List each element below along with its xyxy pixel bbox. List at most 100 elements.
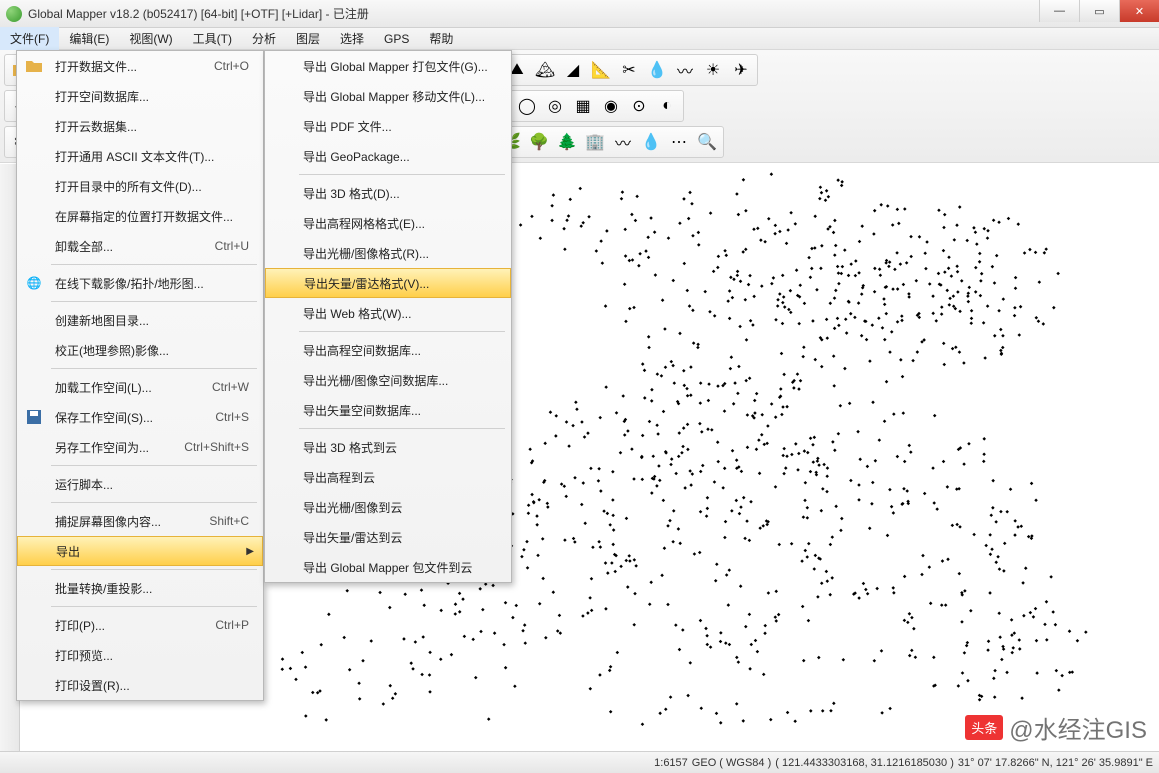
file-menu-item-6[interactable]: 卸载全部...Ctrl+U <box>17 231 263 261</box>
export-submenu-dropdown: 导出 Global Mapper 打包文件(G)...导出 Global Map… <box>264 50 512 583</box>
menu-item-1[interactable]: 编辑(E) <box>59 27 119 50</box>
sel-icon[interactable]: 🔍 <box>694 129 720 155</box>
file-menu-item-1[interactable]: 打开空间数据库... <box>17 81 263 111</box>
export-menu-item-2[interactable]: 导出 PDF 文件... <box>265 111 511 141</box>
close-button[interactable]: ✕ <box>1119 0 1159 22</box>
tree-icon[interactable]: 🌲 <box>554 129 580 155</box>
export-menu-item-1[interactable]: 导出 Global Mapper 移动文件(L)... <box>265 81 511 111</box>
menu-item-3[interactable]: 工具(T) <box>183 27 242 50</box>
file-menu-item-label: 校正(地理参照)影像... <box>55 342 169 359</box>
export-menu-item-label: 导出 Global Mapper 包文件到云 <box>303 559 472 576</box>
submenu-arrow-icon: ▶ <box>246 546 254 557</box>
pts-icon[interactable]: ⋯ <box>666 129 692 155</box>
file-menu-item-label: 另存工作空间为... <box>55 439 149 456</box>
globe-icon: 🌐 <box>25 274 43 292</box>
tb-circle-icon[interactable]: ◯ <box>514 93 540 119</box>
file-menu-item-label: 打开空间数据库... <box>55 88 149 105</box>
file-menu-item-11[interactable]: 校正(地理参照)影像... <box>17 335 263 365</box>
export-menu-item-label: 导出 GeoPackage... <box>303 148 410 165</box>
export-menu-item-17[interactable]: 导出光栅/图像到云 <box>265 492 511 522</box>
file-menu-item-13[interactable]: 加载工作空间(L)...Ctrl+W <box>17 372 263 402</box>
file-menu-item-24[interactable]: 打印(P)...Ctrl+P <box>17 610 263 640</box>
tb-grid-icon[interactable]: ▦ <box>570 93 596 119</box>
file-menu-item-0[interactable]: 打开数据文件...Ctrl+O <box>17 51 263 81</box>
tb-ring-icon[interactable]: ◉ <box>598 93 624 119</box>
file-menu-item-3[interactable]: 打开通用 ASCII 文本文件(T)... <box>17 141 263 171</box>
file-menu-item-4[interactable]: 打开目录中的所有文件(D)... <box>17 171 263 201</box>
file-menu-item-label: 导出 <box>56 543 80 560</box>
file-menu-item-label: 在屏幕指定的位置打开数据文件... <box>55 208 233 225</box>
export-menu-item-5[interactable]: 导出 3D 格式(D)... <box>265 178 511 208</box>
export-menu-item-label: 导出高程网格格式(E)... <box>303 215 425 232</box>
export-menu-item-8[interactable]: 导出矢量/雷达格式(V)... <box>265 268 511 298</box>
menu-item-4[interactable]: 分析 <box>242 27 286 50</box>
export-menu-item-12[interactable]: 导出光栅/图像空间数据库... <box>265 365 511 395</box>
app-icon <box>6 6 22 22</box>
maximize-button[interactable]: ▭ <box>1079 0 1119 22</box>
file-menu-item-14[interactable]: 保存工作空间(S)...Ctrl+S <box>17 402 263 432</box>
file-menu-item-17[interactable]: 运行脚本... <box>17 469 263 499</box>
menu-item-6[interactable]: 选择 <box>330 27 374 50</box>
wind-icon[interactable]: 〰 <box>610 129 636 155</box>
export-menu-item-11[interactable]: 导出高程空间数据库... <box>265 335 511 365</box>
export-menu-item-label: 导出矢量空间数据库... <box>303 402 421 419</box>
export-menu-item-3[interactable]: 导出 GeoPackage... <box>265 141 511 171</box>
terrain2-icon[interactable]: 🏔 <box>532 57 558 83</box>
file-menu-item-label: 打开数据文件... <box>55 58 137 75</box>
water-icon[interactable]: 💧 <box>644 57 670 83</box>
export-menu-item-9[interactable]: 导出 Web 格式(W)... <box>265 298 511 328</box>
export-menu-item-19[interactable]: 导出 Global Mapper 包文件到云 <box>265 552 511 582</box>
file-menu-item-label: 批量转换/重投影... <box>55 580 152 597</box>
menu-item-8[interactable]: 帮助 <box>419 27 463 50</box>
file-menu-item-label: 卸载全部... <box>55 238 113 255</box>
slope-icon[interactable]: 📐 <box>588 57 614 83</box>
file-menu-item-label: 打开通用 ASCII 文本文件(T)... <box>55 148 214 165</box>
status-deg: 31° 07' 17.8266" N, 121° 26' 35.9891" E <box>958 757 1153 769</box>
export-menu-item-15[interactable]: 导出 3D 格式到云 <box>265 432 511 462</box>
route-icon[interactable]: 〰 <box>672 57 698 83</box>
file-menu-item-22[interactable]: 批量转换/重投影... <box>17 573 263 603</box>
file-menu-item-label: 打开云数据集... <box>55 118 137 135</box>
export-menu-item-0[interactable]: 导出 Global Mapper 打包文件(G)... <box>265 51 511 81</box>
file-menu-item-2[interactable]: 打开云数据集... <box>17 111 263 141</box>
tb-target-icon[interactable]: ◎ <box>542 93 568 119</box>
file-menu-item-8[interactable]: 在线下载影像/拓扑/地形图...🌐 <box>17 268 263 298</box>
file-menu-item-25[interactable]: 打印预览... <box>17 640 263 670</box>
folder-icon <box>25 57 43 75</box>
export-menu-item-7[interactable]: 导出光栅/图像格式(R)... <box>265 238 511 268</box>
file-menu-item-26[interactable]: 打印设置(R)... <box>17 670 263 700</box>
export-menu-item-13[interactable]: 导出矢量空间数据库... <box>265 395 511 425</box>
export-menu-item-label: 导出 3D 格式到云 <box>303 439 397 456</box>
tb-range-icon[interactable]: ⊙ <box>626 93 652 119</box>
export-menu-item-label: 导出光栅/图像到云 <box>303 499 402 516</box>
file-menu-item-15[interactable]: 另存工作空间为...Ctrl+Shift+S <box>17 432 263 462</box>
bldg-icon[interactable]: 🏢 <box>582 129 608 155</box>
plane-icon[interactable]: ✈ <box>728 57 754 83</box>
status-bar: 1:6157 GEO ( WGS84 ) ( 121.4433303168, 3… <box>0 751 1159 773</box>
file-menu-item-label: 运行脚本... <box>55 476 113 493</box>
menu-item-2[interactable]: 视图(W) <box>119 27 182 50</box>
menu-item-0[interactable]: 文件(F) <box>0 27 59 50</box>
export-menu-item-18[interactable]: 导出矢量/雷达到云 <box>265 522 511 552</box>
minimize-button[interactable]: — <box>1039 0 1079 22</box>
cut-icon[interactable]: ✂ <box>616 57 642 83</box>
export-menu-item-label: 导出光栅/图像格式(R)... <box>303 245 429 262</box>
sun-icon[interactable]: ☀ <box>700 57 726 83</box>
drop-icon[interactable]: 💧 <box>638 129 664 155</box>
export-menu-item-16[interactable]: 导出高程到云 <box>265 462 511 492</box>
export-menu-item-6[interactable]: 导出高程网格格式(E)... <box>265 208 511 238</box>
status-coord: ( 121.4433303168, 31.1216185030 ) <box>775 757 954 769</box>
watermark: 头条 @水经注GIS <box>965 710 1147 745</box>
shortcut-label: Ctrl+W <box>212 380 249 394</box>
menu-item-5[interactable]: 图层 <box>286 27 330 50</box>
file-menu-item-label: 打印预览... <box>55 647 113 664</box>
bush-icon[interactable]: 🌳 <box>526 129 552 155</box>
shade-icon[interactable]: ◢ <box>560 57 586 83</box>
menu-item-7[interactable]: GPS <box>374 29 419 49</box>
file-menu-item-20[interactable]: 导出 ▶ <box>17 536 263 566</box>
file-menu-item-19[interactable]: 捕捉屏幕图像内容...Shift+C <box>17 506 263 536</box>
file-menu-item-10[interactable]: 创建新地图目录... <box>17 305 263 335</box>
tb-buffer-icon[interactable]: ◐ <box>654 93 680 119</box>
file-menu-item-label: 保存工作空间(S)... <box>55 409 153 426</box>
file-menu-item-5[interactable]: 在屏幕指定的位置打开数据文件... <box>17 201 263 231</box>
